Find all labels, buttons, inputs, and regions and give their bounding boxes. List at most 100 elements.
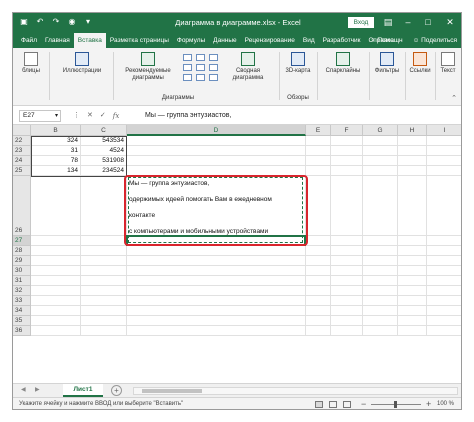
signin-button[interactable]: Вход [348,17,374,28]
recommended-charts-button[interactable]: Рекомендуемые диаграммы [119,52,177,82]
close-icon[interactable]: ✕ [443,16,457,28]
horizontal-scrollbar[interactable] [133,387,458,395]
cell-b22[interactable]: 324 [31,136,78,146]
column-chart-icon[interactable] [183,54,192,61]
prev-sheet-icon[interactable]: ◀ [21,386,26,393]
cell-c25[interactable]: 234524 [81,166,124,176]
column-header-h[interactable]: H [398,125,427,136]
line-chart-icon[interactable] [183,64,192,71]
cell-c24[interactable]: 531908 [81,156,124,166]
text-button[interactable]: Текст [437,52,459,75]
column-header-c[interactable]: C [81,125,127,136]
camera-icon[interactable]: ◉ [67,17,77,27]
row-header-26[interactable]: 26 [13,176,31,236]
customize-qat-icon[interactable]: ▾ [83,17,93,27]
column-header-e[interactable]: E [306,125,331,136]
chevron-down-icon[interactable]: ▾ [55,111,58,121]
table-icon [24,52,38,66]
normal-view-icon[interactable] [315,401,323,408]
tab-insert[interactable]: Вставка [73,33,106,48]
filters-button[interactable]: Фильтры [371,52,403,75]
add-sheet-icon[interactable]: + [111,385,122,396]
tell-me-search[interactable]: ⚬ Помощн [370,33,403,48]
column-header-d[interactable]: D [127,125,306,136]
waterfall-chart-icon[interactable] [209,64,218,71]
sparklines-button[interactable]: Спарклайны [321,52,365,75]
hierarchy-chart-icon[interactable] [196,54,205,61]
map3d-button[interactable]: 3D-карта [283,52,313,75]
name-box-value: E27 [23,112,35,119]
zoom-out-icon[interactable]: − [361,399,366,409]
column-header-f[interactable]: F [331,125,363,136]
page-layout-view-icon[interactable] [329,401,337,408]
cell-b24[interactable]: 78 [31,156,78,166]
row-header-24[interactable]: 24 [13,156,31,166]
pivot-chart-button[interactable]: Сводная диаграмма [221,52,275,82]
share-icon: ☺ [412,37,422,44]
formula-input[interactable]: Мы — группа энтузиастов, [145,110,231,122]
row-header-22[interactable]: 22 [13,136,31,146]
share-button[interactable]: ☺ Поделиться [413,33,457,48]
tab-home[interactable]: Главная [41,33,74,48]
row-header-27[interactable]: 27 [13,236,31,246]
enter-icon[interactable]: ✓ [100,110,106,122]
worksheet-grid[interactable]: B C D E F G H I 22 324 543534 23 31 4524 24 78 531908 25 1… [13,125,461,383]
row-header-29[interactable]: 29 [13,256,31,266]
pie-chart-icon[interactable] [196,64,205,71]
page-break-view-icon[interactable] [343,401,351,408]
formula-options-icon[interactable]: ⋮ [73,110,80,122]
cell-c22[interactable]: 543534 [81,136,124,146]
scatter-chart-icon[interactable] [183,74,192,81]
statistic-chart-icon[interactable] [209,54,218,61]
row-header-36[interactable]: 36 [13,326,31,336]
tab-data[interactable]: Данные [209,33,240,48]
row-header-35[interactable]: 35 [13,316,31,326]
cell-b23[interactable]: 31 [31,146,78,156]
links-button[interactable]: Ссылки [407,52,433,75]
row-header-31[interactable]: 31 [13,276,31,286]
cell-b25[interactable]: 134 [31,166,78,176]
cell-c23[interactable]: 4524 [81,146,124,156]
select-all-corner[interactable] [13,125,31,136]
column-header-g[interactable]: G [363,125,398,136]
row-header-34[interactable]: 34 [13,306,31,316]
row-header-30[interactable]: 30 [13,266,31,276]
next-sheet-icon[interactable]: ▶ [35,386,40,393]
column-header-b[interactable]: B [31,125,81,136]
column-header-i[interactable]: I [427,125,461,136]
zoom-level[interactable]: 100 % [437,401,454,407]
tab-file[interactable]: Файл [17,33,41,48]
ribbon-display-options-icon[interactable]: ▤ [381,16,395,28]
collapse-ribbon-icon[interactable]: ⌃ [451,94,457,102]
sheet-tab-list1[interactable]: Лист1 [63,384,103,397]
combo-chart-icon[interactable] [196,74,205,81]
tab-formulas[interactable]: Формулы [173,33,209,48]
row-header-33[interactable]: 33 [13,296,31,306]
cancel-icon[interactable]: ✕ [87,110,93,122]
maximize-icon[interactable]: □ [421,16,435,28]
tab-developer[interactable]: Разработчик [319,33,365,48]
minimize-icon[interactable]: – [401,16,415,28]
row-header-25[interactable]: 25 [13,166,31,176]
save-icon[interactable]: ▣ [19,17,29,27]
zoom-in-icon[interactable]: + [426,399,431,409]
share-label: Поделиться [421,37,457,44]
name-box[interactable]: E27 ▾ [19,110,61,122]
row-header-28[interactable]: 28 [13,246,31,256]
tab-page-layout[interactable]: Разметка страницы [106,33,173,48]
map-chart-icon[interactable] [209,74,218,81]
illustrations-button[interactable]: Иллюстрации [55,52,109,75]
redo-icon[interactable]: ↷ [51,17,61,27]
tables-button[interactable]: блицы [17,52,45,75]
tab-view[interactable]: Вид [299,33,319,48]
sparkline-icon [336,52,350,66]
ribbon-divider [405,52,406,100]
undo-icon[interactable]: ↶ [35,17,45,27]
row-header-23[interactable]: 23 [13,146,31,156]
tab-review[interactable]: Рецензирование [241,33,299,48]
row-header-32[interactable]: 32 [13,286,31,296]
zoom-slider-thumb[interactable] [394,401,397,408]
scrollbar-thumb[interactable] [142,389,202,393]
links-label: Ссылки [409,68,431,74]
insert-function-icon[interactable]: fx [113,110,120,122]
